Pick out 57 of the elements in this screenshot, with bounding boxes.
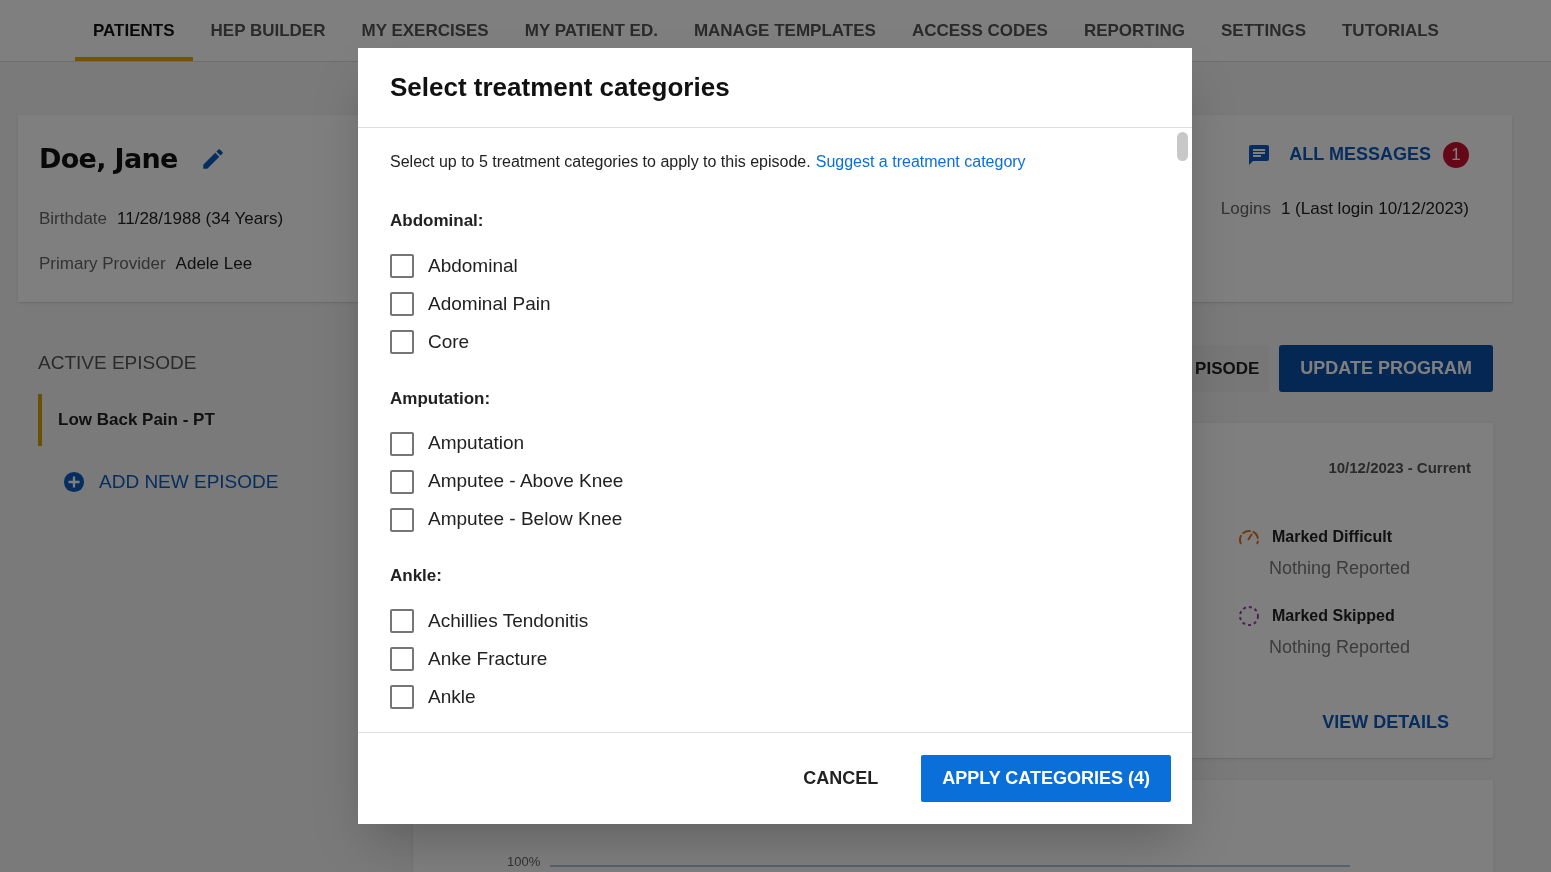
message-count-badge: 1 [1443,141,1469,168]
suggest-category-link[interactable]: Suggest a treatment category [815,153,1026,170]
axis-tick-label: 100% [507,853,541,871]
option-label: Core [428,329,470,354]
dialog-title: Select treatment categories [390,71,730,104]
nav-tab[interactable]: PATIENTS [75,0,193,61]
checkbox[interactable] [390,685,414,709]
field-label: Primary Provider [39,253,166,275]
view-details-link[interactable]: VIEW DETAILS [1322,708,1449,736]
checkbox[interactable] [390,469,414,494]
option-label: Adominal Pain [428,291,551,316]
nav-tab[interactable]: REPORTING [1065,0,1203,61]
group-heading: Abdominal: [390,210,485,232]
checkbox[interactable] [390,254,414,278]
checkbox[interactable] [390,609,414,633]
field-value: 1 (Last login 10/12/2023) [1280,198,1469,220]
plus-circle-icon[interactable] [63,470,85,493]
checkbox[interactable] [390,330,414,354]
nav-tab[interactable]: MANAGE TEMPLATES [675,0,894,61]
option-label: Anke Fracture [428,646,548,671]
date-range: 10/12/2023 - Current [1328,458,1471,478]
field-value: Adele Lee [175,253,253,275]
stat-label: Marked Difficult [1272,526,1392,547]
option-label: Abdominal [428,253,518,278]
patient-name: Doe, Jane [39,142,178,176]
cancel-button[interactable]: CANCEL [782,755,900,802]
nav-tab[interactable]: MY PATIENT ED. [506,0,676,61]
checkbox[interactable] [390,431,414,456]
field-label: Birthdate [39,207,108,230]
add-episode-link[interactable]: ADD NEW EPISODE [99,467,279,496]
nav-tab[interactable]: ACCESS CODES [893,0,1066,61]
option-label: Amputee - Below Knee [428,507,623,532]
checkbox[interactable] [390,292,414,316]
apply-categories-button[interactable]: APPLY CATEGORIES (4) [921,755,1171,802]
option-label: Ankle [428,684,476,709]
option-label: Amputee - Above Knee [428,469,624,494]
stat-value: Nothing Reported [1268,556,1412,580]
option-label: Amputation [428,431,525,456]
checkbox[interactable] [390,507,414,532]
option-label: Achillies Tendonitis [428,608,589,633]
scrollbar-thumb[interactable] [1177,132,1188,161]
update-program-button[interactable]: UPDATE PROGRAM [1279,345,1493,392]
nav-tab[interactable]: MY EXERCISES [343,0,507,61]
dashed-circle-icon [1238,604,1260,627]
all-messages-link[interactable]: ALL MESSAGES [1289,141,1431,168]
stat-label: Marked Skipped [1272,605,1395,626]
nav-tab[interactable]: SETTINGS [1202,0,1324,61]
dialog-intro-text: Select up to 5 treatment categories to apply to this episode. [390,153,811,170]
chat-icon[interactable] [1247,142,1272,167]
nav-tab[interactable]: TUTORIALS [1324,0,1457,61]
field-label: Logins [1220,198,1271,220]
section-heading: ACTIVE EPISODE [38,351,198,375]
field-value: 11/28/1988 (34 Years) [117,207,284,230]
stat-value: Nothing Reported [1268,635,1412,659]
nav-tab[interactable]: HEP BUILDER [192,0,344,61]
group-heading: Ankle: [390,565,443,587]
checkbox[interactable] [390,647,414,671]
